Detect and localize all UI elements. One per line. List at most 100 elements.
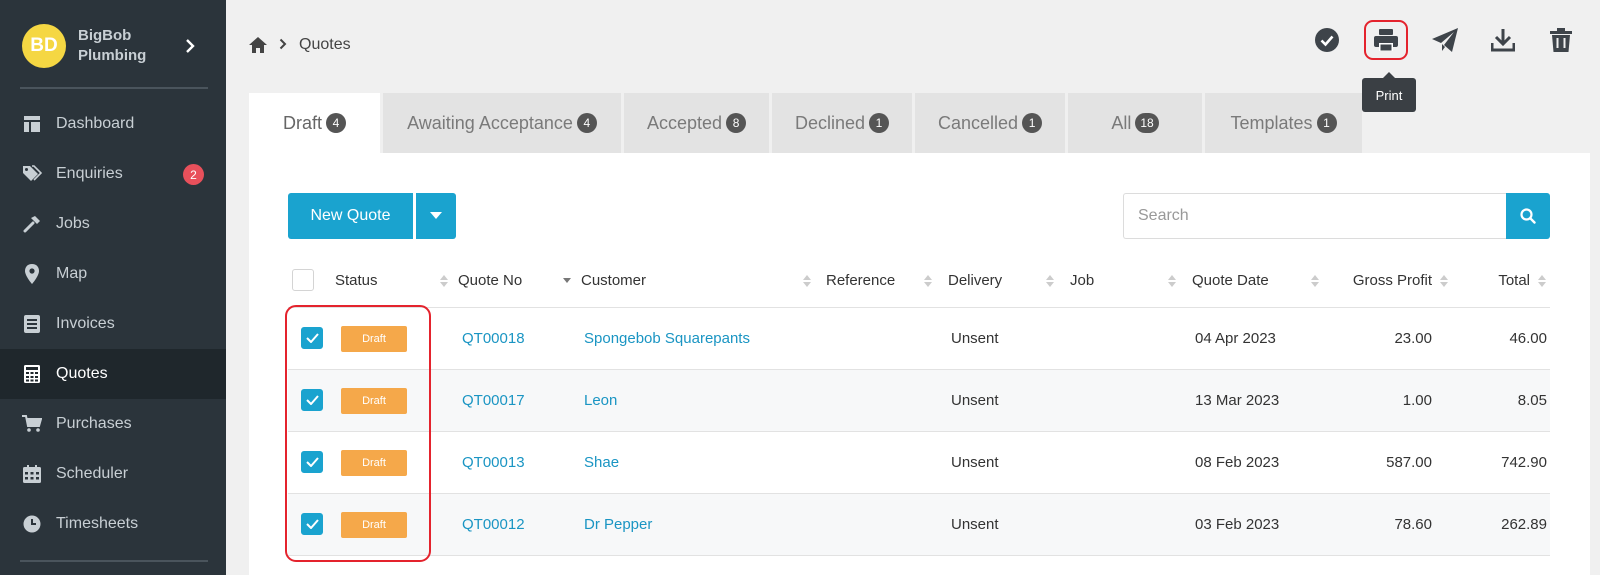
accept-button[interactable] bbox=[1305, 20, 1349, 60]
sidebar-item-purchases[interactable]: Purchases bbox=[0, 399, 226, 449]
check-circle-icon bbox=[1315, 28, 1339, 52]
map-marker-icon bbox=[22, 264, 42, 284]
sidebar-item-label: Scheduler bbox=[56, 465, 129, 482]
tab-all[interactable]: All 18 bbox=[1068, 93, 1202, 153]
table-row[interactable]: Draft QT00013 Shae Unsent 08 Feb 2023 58… bbox=[288, 432, 1550, 494]
row-checkbox[interactable] bbox=[301, 513, 323, 535]
row-checkbox[interactable] bbox=[301, 327, 323, 349]
sidebar-item-label: Map bbox=[56, 265, 88, 282]
sidebar-item-jobs[interactable]: Jobs bbox=[0, 199, 226, 249]
tab-count-badge: 1 bbox=[869, 113, 890, 133]
sidebar-item-map[interactable]: Map bbox=[0, 249, 226, 299]
status-tabs: Draft 4 Awaiting Acceptance 4 Accepted 8 De… bbox=[249, 93, 1365, 153]
sidebar-divider bbox=[20, 87, 208, 89]
sidebar-item-label: Quotes bbox=[56, 365, 108, 382]
total-cell: 262.89 bbox=[1501, 516, 1547, 533]
column-label: Total bbox=[1498, 272, 1530, 289]
customer-link[interactable]: Leon bbox=[584, 370, 617, 431]
sidebar-item-label: Timesheets bbox=[56, 515, 139, 532]
print-button[interactable] bbox=[1364, 20, 1408, 60]
quote-number-link[interactable]: QT00013 bbox=[462, 432, 525, 493]
calculator-icon bbox=[22, 364, 42, 384]
delete-button[interactable] bbox=[1539, 20, 1583, 60]
caret-down-icon bbox=[430, 212, 442, 219]
column-header-customer[interactable]: Customer bbox=[581, 253, 811, 308]
company-switcher[interactable]: BD BigBob Plumbing bbox=[22, 24, 208, 68]
column-label: Status bbox=[335, 272, 378, 289]
quote-date-cell: 03 Feb 2023 bbox=[1195, 516, 1280, 533]
sidebar-nav: Dashboard Enquiries 2 Jobs Map Invoices … bbox=[0, 99, 226, 549]
column-header-reference[interactable]: Reference bbox=[826, 253, 932, 308]
sidebar-item-quotes[interactable]: Quotes bbox=[0, 349, 226, 399]
download-icon bbox=[1491, 29, 1515, 52]
gross-profit-cell: 1.00 bbox=[1402, 392, 1432, 409]
sort-icon bbox=[440, 274, 448, 287]
search-button[interactable] bbox=[1506, 193, 1550, 239]
column-header-total[interactable]: Total bbox=[1458, 253, 1546, 308]
tab-awaiting-acceptance[interactable]: Awaiting Acceptance 4 bbox=[383, 93, 621, 153]
new-quote-dropdown-button[interactable] bbox=[416, 193, 456, 239]
sidebar-item-invoices[interactable]: Invoices bbox=[0, 299, 226, 349]
home-icon[interactable] bbox=[249, 37, 267, 53]
status-badge: Draft bbox=[341, 388, 407, 414]
sidebar-item-dashboard[interactable]: Dashboard bbox=[0, 99, 226, 149]
column-header-status[interactable]: Status bbox=[335, 253, 448, 308]
sidebar-item-scheduler[interactable]: Scheduler bbox=[0, 449, 226, 499]
column-header-job[interactable]: Job bbox=[1070, 253, 1176, 308]
column-label: Gross Profit bbox=[1352, 272, 1432, 289]
search-icon bbox=[1520, 208, 1536, 224]
gross-profit-cell: 23.00 bbox=[1394, 330, 1432, 347]
sidebar-item-label: Dashboard bbox=[56, 115, 135, 132]
select-all-checkbox[interactable] bbox=[292, 269, 314, 291]
tab-draft[interactable]: Draft 4 bbox=[249, 93, 380, 153]
tab-label: Awaiting Acceptance bbox=[407, 112, 573, 133]
sidebar-item-timesheets[interactable]: Timesheets bbox=[0, 499, 226, 549]
cart-icon bbox=[22, 414, 42, 434]
row-checkbox[interactable] bbox=[301, 451, 323, 473]
new-quote-button[interactable]: New Quote bbox=[288, 193, 413, 239]
column-header-delivery[interactable]: Delivery bbox=[948, 253, 1054, 308]
quote-number-link[interactable]: QT00017 bbox=[462, 370, 525, 431]
status-badge: Draft bbox=[341, 512, 407, 538]
tab-cancelled[interactable]: Cancelled 1 bbox=[915, 93, 1065, 153]
enquiries-count-badge: 2 bbox=[183, 164, 204, 185]
sort-icon bbox=[924, 274, 932, 287]
send-button[interactable] bbox=[1423, 20, 1467, 60]
column-label: Job bbox=[1070, 272, 1095, 289]
column-label: Quote Date bbox=[1192, 272, 1269, 289]
toolbar bbox=[1305, 20, 1585, 60]
invoice-icon bbox=[22, 314, 42, 334]
column-label: Delivery bbox=[948, 272, 1003, 289]
sort-icon bbox=[803, 274, 811, 287]
delivery-cell: Unsent bbox=[951, 516, 999, 533]
download-button[interactable] bbox=[1481, 20, 1525, 60]
search-input[interactable] bbox=[1123, 193, 1506, 239]
total-cell: 46.00 bbox=[1509, 330, 1547, 347]
tab-declined[interactable]: Declined 1 bbox=[772, 93, 912, 153]
column-header-gross-profit[interactable]: Gross Profit bbox=[1328, 253, 1448, 308]
table-row[interactable]: Draft QT00012 Dr Pepper Unsent 03 Feb 20… bbox=[288, 494, 1550, 556]
sidebar-item-enquiries[interactable]: Enquiries 2 bbox=[0, 149, 226, 199]
sidebar-divider bbox=[20, 560, 208, 562]
table-row[interactable]: Draft QT00017 Leon Unsent 13 Mar 2023 1.… bbox=[288, 370, 1550, 432]
send-icon bbox=[1432, 28, 1458, 52]
tab-count-badge: 18 bbox=[1135, 113, 1159, 133]
column-header-quote-date[interactable]: Quote Date bbox=[1192, 253, 1319, 308]
row-checkbox[interactable] bbox=[301, 389, 323, 411]
quote-date-cell: 04 Apr 2023 bbox=[1195, 330, 1276, 347]
sidebar: BD BigBob Plumbing Dashboard Enquiries 2… bbox=[0, 0, 226, 575]
customer-link[interactable]: Spongebob Squarepants bbox=[584, 308, 750, 369]
column-header-quote-no[interactable]: Quote No bbox=[458, 253, 571, 308]
customer-link[interactable]: Dr Pepper bbox=[584, 494, 652, 555]
print-icon bbox=[1374, 29, 1398, 51]
clock-icon bbox=[22, 514, 42, 534]
tab-accepted[interactable]: Accepted 8 bbox=[624, 93, 769, 153]
tab-count-badge: 8 bbox=[726, 113, 747, 133]
customer-link[interactable]: Shae bbox=[584, 432, 619, 493]
sort-desc-icon bbox=[563, 277, 571, 283]
quote-number-link[interactable]: QT00018 bbox=[462, 308, 525, 369]
table-row[interactable]: Draft QT00018 Spongebob Squarepants Unse… bbox=[288, 308, 1550, 370]
sidebar-item-label: Jobs bbox=[56, 215, 90, 232]
tab-templates[interactable]: Templates 1 bbox=[1205, 93, 1362, 153]
quote-number-link[interactable]: QT00012 bbox=[462, 494, 525, 555]
